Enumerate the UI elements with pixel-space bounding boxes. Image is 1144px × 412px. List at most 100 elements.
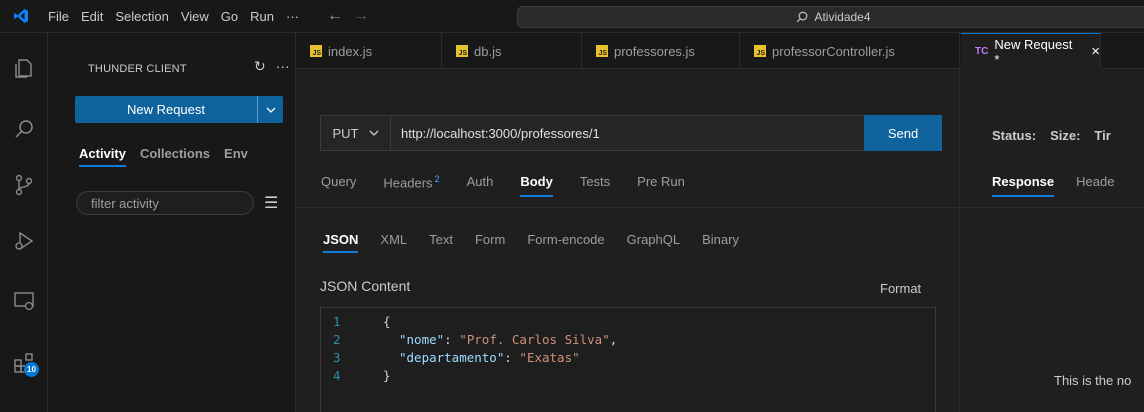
tab-form[interactable]: Form <box>475 232 505 253</box>
line-number: 2 <box>333 332 341 347</box>
menu-go[interactable]: Go <box>215 0 244 33</box>
code-text: { <box>383 314 391 329</box>
refresh-icon[interactable]: ↻ <box>254 58 266 75</box>
menu-run[interactable]: Run <box>244 0 280 33</box>
filter-activity-input[interactable]: filter activity <box>76 191 254 215</box>
source-control-icon[interactable] <box>12 173 36 197</box>
response-status-row: Status: Size: Tir <box>992 128 1111 143</box>
filter-menu-icon[interactable]: ☰ <box>264 193 278 213</box>
tab-form-encode[interactable]: Form-encode <box>527 232 604 253</box>
activity-bar: 10 <box>0 33 48 412</box>
tab-label: index.js <box>328 43 373 59</box>
tab-json[interactable]: JSON <box>323 232 359 253</box>
request-panel: PUT Send Query Headers2 Auth Body Tests … <box>296 70 960 412</box>
method-label: PUT <box>332 125 359 141</box>
extensions-icon[interactable]: 10 <box>12 351 39 377</box>
code-line: 1 { <box>321 313 935 331</box>
editor-tab-index-js[interactable]: JS index.js <box>296 33 442 69</box>
sidebar-tabs: Activity Collections Env <box>79 146 248 167</box>
remote-explorer-icon[interactable] <box>12 289 36 313</box>
forward-arrow-icon[interactable]: → <box>353 7 369 25</box>
run-debug-icon[interactable] <box>12 229 36 253</box>
chevron-down-icon <box>369 130 378 136</box>
back-arrow-icon[interactable]: ← <box>327 7 343 25</box>
tab-env[interactable]: Env <box>224 146 248 167</box>
menu-bar: File Edit Selection View Go Run ··· <box>42 0 305 33</box>
chevron-down-icon[interactable] <box>257 96 283 123</box>
body-type-tabs: JSON XML Text Form Form-encode GraphQL B… <box>323 232 761 253</box>
search-icon <box>797 11 808 23</box>
editor-tab-professor-controller-js[interactable]: JS professorController.js <box>740 33 960 69</box>
tab-xml[interactable]: XML <box>380 232 407 253</box>
send-button[interactable]: Send <box>864 115 942 151</box>
vscode-logo-icon <box>6 0 36 33</box>
request-tabs: Query Headers 2 Auth Body Tests Pre Run <box>321 174 712 197</box>
tab-pre-run[interactable]: Pre Run <box>637 174 685 197</box>
sidebar-header-actions: ↻ ··· <box>254 58 290 75</box>
menu-more[interactable]: ··· <box>280 0 305 33</box>
nav-arrows: ← → <box>327 7 369 25</box>
json-editor[interactable]: 1 { 2 "nome": "Prof. Carlos Silva", 3 "d… <box>320 307 936 412</box>
js-file-icon: JS <box>310 45 322 57</box>
editor-tab-professores-js[interactable]: JS professores.js <box>582 33 740 69</box>
editor-tab-bar: JS index.js JS db.js JS professores.js J… <box>296 33 1144 69</box>
tab-graphql[interactable]: GraphQL <box>627 232 680 253</box>
tab-tests[interactable]: Tests <box>580 174 610 197</box>
menu-file[interactable]: File <box>42 0 75 33</box>
tab-response-headers[interactable]: Heade <box>1076 174 1114 197</box>
url-input[interactable] <box>391 116 864 150</box>
js-file-icon: JS <box>596 45 608 57</box>
thunder-client-sidebar: THUNDER CLIENT ↻ ··· New Request Activit… <box>48 33 296 412</box>
divider <box>961 207 1144 208</box>
tab-collections[interactable]: Collections <box>140 146 210 167</box>
json-content-label: JSON Content <box>320 278 411 294</box>
tab-body[interactable]: Body <box>520 174 553 197</box>
close-icon[interactable]: × <box>1091 43 1100 60</box>
tab-headers[interactable]: Headers 2 <box>383 174 439 197</box>
menu-view[interactable]: View <box>175 0 215 33</box>
title-bar: File Edit Selection View Go Run ··· ← → … <box>0 0 1144 33</box>
extensions-badge: 10 <box>24 362 39 377</box>
tab-response[interactable]: Response <box>992 174 1055 197</box>
sidebar-title: THUNDER CLIENT <box>88 63 187 75</box>
tab-label: professorController.js <box>772 43 895 59</box>
method-select[interactable]: PUT <box>321 116 391 150</box>
json-comma: , <box>609 332 618 347</box>
tab-headers-label: Headers <box>383 175 433 191</box>
code-text: "departamento": "Exatas" <box>399 350 580 365</box>
menu-edit[interactable]: Edit <box>75 0 109 33</box>
headers-count: 2 <box>434 174 440 184</box>
code-line: 2 "nome": "Prof. Carlos Silva", <box>321 331 935 349</box>
code-text: "nome": "Prof. Carlos Silva", <box>399 332 618 347</box>
url-bar: PUT Send <box>320 115 942 151</box>
search-icon[interactable] <box>12 117 36 141</box>
command-center-search[interactable]: Atividade4 <box>517 6 1144 28</box>
response-empty-text: This is the no <box>1054 373 1132 388</box>
format-button[interactable]: Format <box>880 281 921 296</box>
editor-tab-db-js[interactable]: JS db.js <box>442 33 582 69</box>
tab-auth[interactable]: Auth <box>467 174 494 197</box>
editor-tab-new-request[interactable]: TC New Request * × <box>961 33 1101 69</box>
menu-selection[interactable]: Selection <box>109 0 174 33</box>
tab-text[interactable]: Text <box>429 232 453 253</box>
explorer-icon[interactable] <box>12 57 36 81</box>
line-number: 1 <box>333 314 341 329</box>
status-label: Status: <box>992 128 1037 143</box>
tab-label: db.js <box>474 43 502 59</box>
code-line: 4 } <box>321 367 935 385</box>
response-tabs: Response Heade <box>992 174 1136 197</box>
tc-icon: TC <box>975 46 989 57</box>
new-request-label[interactable]: New Request <box>75 96 257 123</box>
new-request-button[interactable]: New Request <box>75 96 283 123</box>
json-value: "Prof. Carlos Silva" <box>459 332 610 347</box>
divider <box>296 207 960 208</box>
js-file-icon: JS <box>456 45 468 57</box>
tab-activity[interactable]: Activity <box>79 146 126 167</box>
tab-binary[interactable]: Binary <box>702 232 739 253</box>
line-number: 3 <box>333 350 341 365</box>
json-value: "Exatas" <box>519 350 580 365</box>
json-key: "departamento" <box>399 350 505 365</box>
more-actions-icon[interactable]: ··· <box>276 58 290 75</box>
tab-query[interactable]: Query <box>321 174 356 197</box>
time-label: Tir <box>1094 128 1111 143</box>
